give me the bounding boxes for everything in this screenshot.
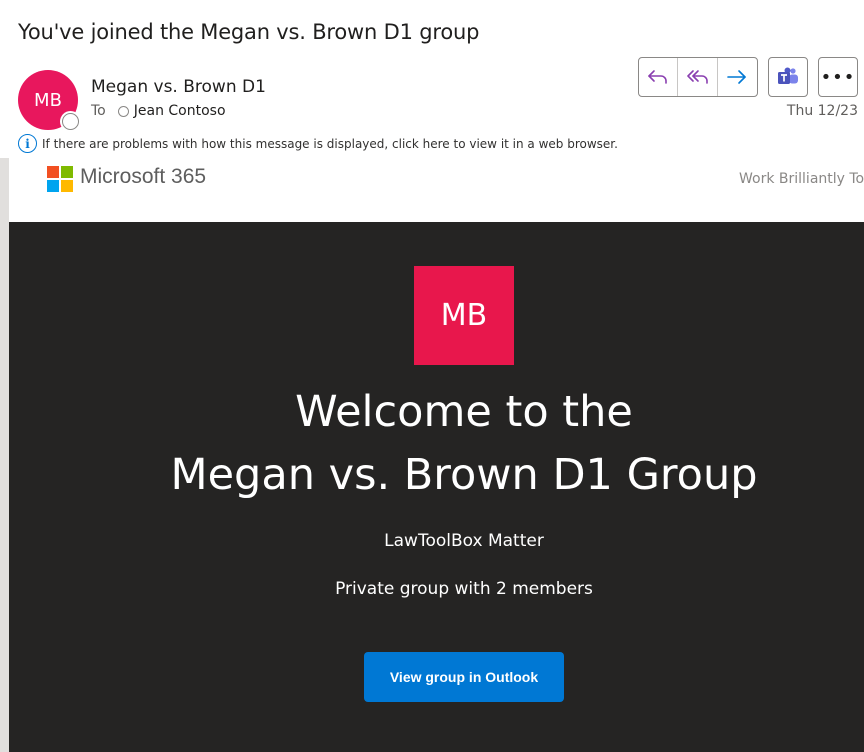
recipient-presence-icon: [117, 105, 129, 117]
to-label: To: [91, 103, 106, 119]
message-actions: [638, 57, 758, 97]
reply-all-button[interactable]: [678, 58, 718, 96]
welcome-panel: MB Welcome to the Megan vs. Brown D1 Gro…: [9, 222, 864, 752]
recipients-row: To Jean Contoso: [91, 103, 226, 119]
welcome-heading-line2: Megan vs. Brown D1 Group: [170, 450, 758, 500]
sender-name[interactable]: Megan vs. Brown D1: [91, 77, 266, 97]
share-to-teams-button[interactable]: [768, 57, 808, 97]
reply-button[interactable]: [639, 58, 679, 96]
info-icon: i: [18, 134, 37, 153]
forward-button[interactable]: [718, 58, 757, 96]
welcome-heading-line1: Welcome to the: [295, 387, 633, 437]
brand-name: Microsoft 365: [80, 165, 207, 188]
more-icon: •••: [820, 66, 856, 88]
email-brand-header: Microsoft 365 Work Brilliantly Toge: [9, 158, 864, 222]
reply-all-icon: [686, 70, 708, 84]
view-group-button[interactable]: View group in Outlook: [364, 652, 564, 702]
recipient-name[interactable]: Jean Contoso: [134, 103, 226, 119]
more-actions-button[interactable]: •••: [818, 57, 858, 97]
received-date: Thu 12/23: [786, 103, 858, 119]
teams-icon: [778, 67, 798, 84]
group-avatar: MB: [414, 266, 514, 365]
group-members-text: Private group with 2 members: [335, 579, 593, 599]
brand-tagline: Work Brilliantly Toge: [739, 171, 864, 187]
group-subtitle: LawToolBox Matter: [384, 531, 544, 551]
forward-icon: [727, 70, 747, 84]
presence-status-icon: [62, 113, 79, 130]
display-problem-bar[interactable]: i If there are problems with how this me…: [18, 134, 618, 153]
display-problem-text[interactable]: If there are problems with how this mess…: [42, 137, 618, 151]
message-body-left-border: [0, 158, 9, 752]
email-subject: You've joined the Megan vs. Brown D1 gro…: [18, 20, 480, 44]
reply-icon: [648, 70, 667, 84]
microsoft-logo-icon: [47, 166, 73, 192]
